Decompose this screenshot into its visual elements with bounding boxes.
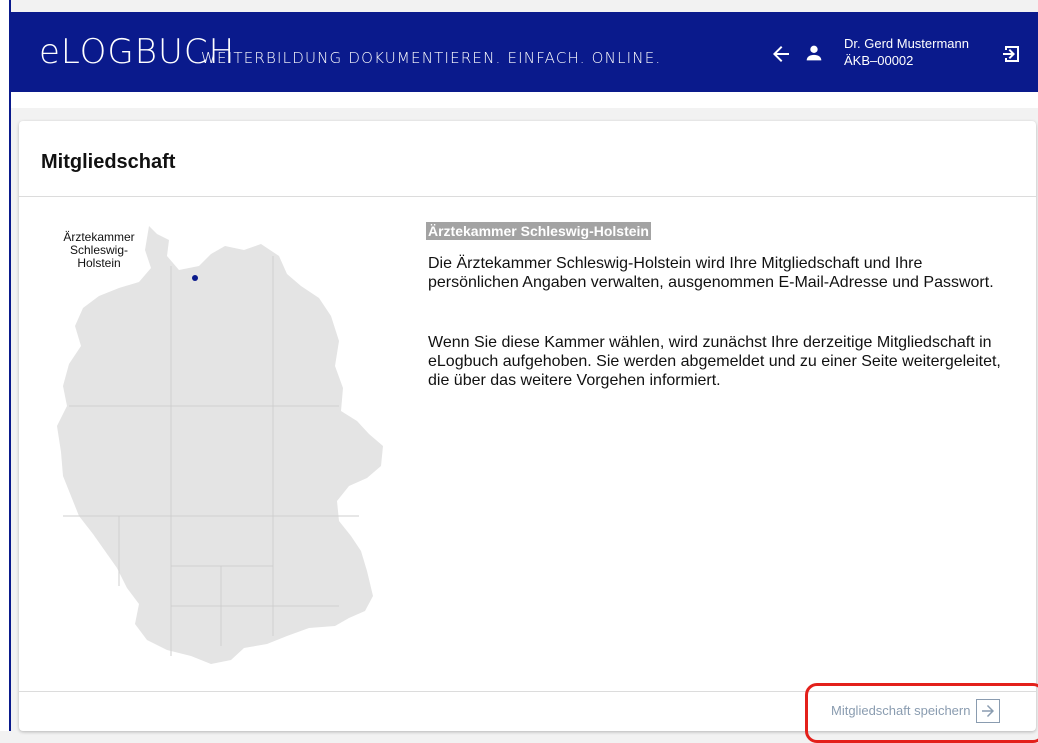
- footer-divider: [19, 691, 1036, 692]
- user-id: ÄKB–00002: [844, 53, 914, 68]
- selected-chamber-heading: Ärztekammer Schleswig-Holstein: [426, 222, 651, 240]
- membership-card: Mitgliedschaft Ärztekammer Schleswig-Hol…: [19, 121, 1036, 731]
- germany-map[interactable]: [39, 216, 389, 676]
- arrow-right-icon: [976, 699, 1001, 723]
- save-membership-label: Mitgliedschaft speichern: [831, 703, 971, 718]
- user-icon: [803, 42, 825, 64]
- window-left-border: [0, 0, 11, 731]
- app-tagline: WEITERBILDUNG DOKUMENTIEREN. EINFACH. ON…: [201, 49, 662, 67]
- save-membership-button[interactable]: Mitgliedschaft speichern: [831, 697, 1001, 725]
- app-header: eLOGBUCH WEITERBILDUNG DOKUMENTIEREN. EI…: [11, 12, 1038, 92]
- map-label-schleswig-holstein: Ärztekammer Schleswig-Holstein: [63, 230, 135, 270]
- back-arrow-icon[interactable]: [769, 42, 793, 66]
- logout-icon[interactable]: [1000, 42, 1024, 66]
- info-paragraph-1: Die Ärztekammer Schleswig-Holstein wird …: [428, 255, 994, 291]
- header-spacer: [11, 92, 1038, 108]
- page-title: Mitgliedschaft: [41, 151, 176, 173]
- map-marker[interactable]: [192, 275, 198, 281]
- card-divider: [19, 196, 1036, 197]
- germany-outline[interactable]: [57, 226, 383, 664]
- user-name: Dr. Gerd Mustermann: [844, 36, 969, 51]
- info-paragraph-2: Wenn Sie diese Kammer wählen, wird zunäc…: [428, 334, 1001, 389]
